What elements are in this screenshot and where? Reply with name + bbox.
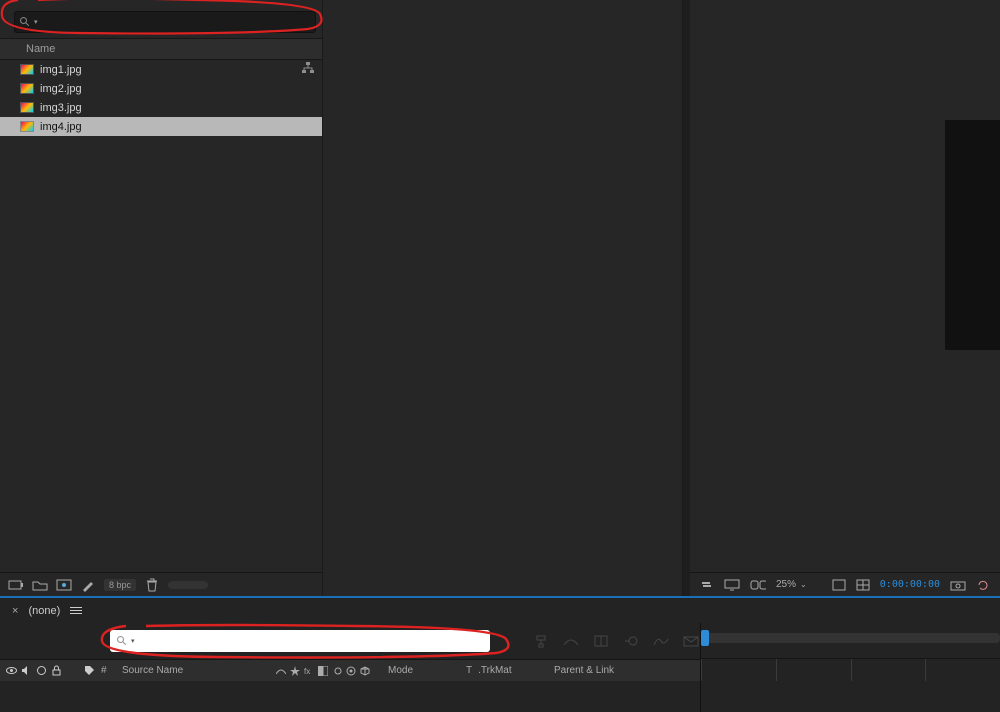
solo-icon[interactable] xyxy=(36,665,47,676)
zoom-value: 25% xyxy=(776,579,796,590)
frame-blend-switch-icon xyxy=(318,666,328,676)
bpc-toggle[interactable]: 8 bpc xyxy=(104,579,136,591)
image-thumb-icon xyxy=(20,64,34,75)
frame-blend-icon[interactable] xyxy=(592,633,610,649)
parent-link-col[interactable]: Parent & Link xyxy=(554,665,700,676)
grid-guides-icon[interactable] xyxy=(856,578,870,592)
adjustment-icon xyxy=(346,666,356,676)
file-row[interactable]: img1.jpg xyxy=(0,60,322,79)
brush-icon[interactable] xyxy=(80,578,96,592)
time-navigator[interactable] xyxy=(701,623,1000,659)
preserve-transparency-col[interactable]: T xyxy=(466,665,472,676)
mode-col[interactable]: Mode xyxy=(388,665,466,676)
viewer-toolbar: 25% ⌄ 0:00:00:00 xyxy=(690,572,1000,596)
lock-icon[interactable] xyxy=(51,665,62,676)
motion-blur-switch-icon xyxy=(332,666,342,676)
file-name-label: img3.jpg xyxy=(40,102,82,114)
svg-text:fx: fx xyxy=(304,667,310,676)
timeline-column-header: # Source Name fx Mode T .TrkMat Par xyxy=(0,659,700,681)
new-folder-icon[interactable] xyxy=(32,578,48,592)
refresh-icon[interactable] xyxy=(976,578,990,592)
motion-blur-icon[interactable] xyxy=(622,633,640,649)
file-row[interactable]: img4.jpg xyxy=(0,117,322,136)
star-icon xyxy=(290,666,300,676)
mask-toggle-icon[interactable] xyxy=(750,578,766,592)
speaker-icon[interactable] xyxy=(21,665,32,676)
timeline-track-view[interactable] xyxy=(700,623,1000,712)
shy-switch-icon xyxy=(276,666,286,676)
eye-icon[interactable] xyxy=(6,665,17,676)
zoom-dropdown[interactable]: 25% ⌄ xyxy=(776,579,807,590)
current-timecode[interactable]: 0:00:00:00 xyxy=(880,579,940,590)
viewer-panel: 25% ⌄ 0:00:00:00 xyxy=(690,0,1000,596)
close-tab-icon[interactable]: × xyxy=(12,605,18,617)
envelope-icon[interactable] xyxy=(682,633,700,649)
project-column-header[interactable]: Name xyxy=(0,38,322,60)
file-name-label: img1.jpg xyxy=(40,64,82,76)
flowchart-icon[interactable] xyxy=(302,62,314,74)
switches-col[interactable]: fx xyxy=(276,666,388,676)
panel-menu-icon[interactable] xyxy=(70,605,82,616)
file-row[interactable]: img2.jpg xyxy=(0,79,322,98)
chevron-down-icon: ▾ xyxy=(131,637,135,645)
trash-icon[interactable] xyxy=(144,578,160,592)
timeline-tab-bar: × (none) xyxy=(0,598,1000,623)
timeline-search-input[interactable]: ▾ xyxy=(110,630,490,652)
source-name-col[interactable]: Source Name xyxy=(116,665,276,676)
time-ruler[interactable] xyxy=(701,659,1000,681)
project-search-input[interactable]: ▾ xyxy=(14,11,316,33)
file-name-label: img4.jpg xyxy=(40,121,82,133)
project-panel: ▾ Name img1.jpg img2.jpg xyxy=(0,0,323,596)
snapshot-icon[interactable] xyxy=(950,578,966,592)
column-name-label: Name xyxy=(26,43,55,55)
fx-icon: fx xyxy=(304,666,314,676)
timeline-panel: × (none) ▾ xyxy=(0,596,1000,712)
interpret-footage-icon[interactable] xyxy=(8,578,24,592)
search-icon xyxy=(19,16,31,28)
new-comp-icon[interactable] xyxy=(56,578,72,592)
project-toolbar: 8 bpc xyxy=(0,572,322,596)
image-thumb-icon xyxy=(20,102,34,113)
resolution-icon[interactable] xyxy=(832,578,846,592)
file-name-label: img2.jpg xyxy=(40,83,82,95)
project-file-list: img1.jpg img2.jpg img3.jpg img4.jpg xyxy=(0,60,322,572)
three-d-icon xyxy=(360,666,370,676)
trkmat-col[interactable]: .TrkMat xyxy=(478,665,512,676)
center-panel xyxy=(323,0,683,596)
thumb-size-slider[interactable] xyxy=(168,581,208,589)
chevron-down-icon: ▾ xyxy=(34,18,38,26)
preview-area xyxy=(945,120,1000,350)
image-thumb-icon xyxy=(20,121,34,132)
playhead-icon[interactable] xyxy=(701,630,709,646)
comp-flowchart-icon[interactable] xyxy=(532,633,550,649)
timeline-tab-label[interactable]: (none) xyxy=(28,605,60,617)
chevron-down-icon: ⌄ xyxy=(800,580,807,589)
layers-icon[interactable] xyxy=(700,578,714,592)
index-col-label[interactable]: # xyxy=(101,665,107,676)
file-row[interactable]: img3.jpg xyxy=(0,98,322,117)
search-icon xyxy=(116,635,128,647)
monitor-icon[interactable] xyxy=(724,578,740,592)
image-thumb-icon xyxy=(20,83,34,94)
label-icon[interactable] xyxy=(84,665,95,676)
graph-editor-icon[interactable] xyxy=(652,633,670,649)
shy-icon[interactable] xyxy=(562,633,580,649)
